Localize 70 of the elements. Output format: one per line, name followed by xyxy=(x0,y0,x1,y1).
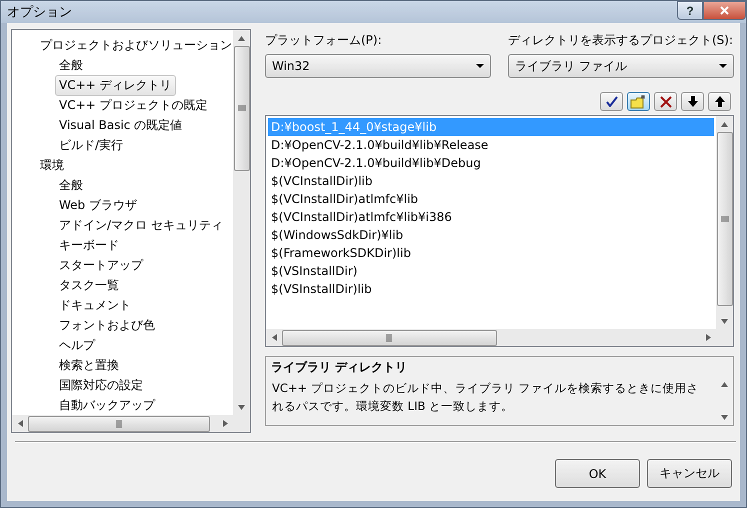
tree-item[interactable]: 環境 xyxy=(36,154,68,176)
toolbar-button[interactable] xyxy=(600,92,623,111)
scroll-arrow-icon[interactable] xyxy=(272,334,276,341)
toolbar-button[interactable] xyxy=(627,92,650,111)
platform-dropdown[interactable]: Win32 xyxy=(265,54,491,78)
tree-item[interactable]: 自動バックアップ xyxy=(55,394,159,415)
directory-item[interactable]: $(FrameworkSDKDir)lib xyxy=(268,244,714,262)
tree-item[interactable]: プロジェクトおよびソリューション xyxy=(36,34,233,56)
directory-item[interactable]: D:¥OpenCV-2.1.0¥build¥lib¥Debug xyxy=(268,154,714,172)
tree-item[interactable]: VC++ ディレクトリ xyxy=(55,74,176,96)
check-icon xyxy=(606,96,618,107)
scroll-arrow-icon[interactable] xyxy=(238,404,245,410)
dropdown-caret-icon xyxy=(476,64,484,68)
scroll-grip-icon xyxy=(116,420,122,428)
directory-item[interactable]: $(VCInstallDir)atlmfc¥lib xyxy=(268,190,714,208)
project-dropdown[interactable]: ライブラリ ファイル xyxy=(508,54,734,78)
scroll-arrow-icon[interactable] xyxy=(222,420,228,427)
description-title: ライブラリ ディレクトリ xyxy=(270,359,408,376)
tree-item[interactable]: 検索と置換 xyxy=(55,354,123,376)
scroll-arrow-icon[interactable] xyxy=(721,318,728,324)
tree-item[interactable]: フォントおよび色 xyxy=(55,314,159,336)
tree-item[interactable]: 国際対応の設定 xyxy=(55,374,147,396)
directory-item[interactable]: D:¥OpenCV-2.1.0¥build¥lib¥Release xyxy=(268,136,714,154)
horizontal-scrollbar[interactable] xyxy=(266,329,733,346)
tree-item[interactable]: キーボード xyxy=(55,234,123,256)
directory-item[interactable]: $(VCInstallDir)atlmfc¥lib¥i386 xyxy=(268,208,714,226)
scroll-grip-icon xyxy=(386,334,393,342)
project-label: ディレクトリを表示するプロジェクト(S): xyxy=(508,32,734,49)
vertical-scrollbar[interactable] xyxy=(716,116,733,329)
tree-item[interactable]: Web ブラウザ xyxy=(55,194,141,216)
close-icon xyxy=(720,6,729,15)
help-button[interactable]: ? xyxy=(677,1,703,20)
tree-item[interactable]: VC++ プロジェクトの既定 xyxy=(55,94,212,116)
tree-item[interactable]: ドキュメント xyxy=(55,294,135,316)
ok-button[interactable]: OK xyxy=(555,459,640,488)
scroll-arrow-icon[interactable] xyxy=(238,36,245,40)
tree-item[interactable]: スタートアップ xyxy=(55,254,147,276)
cancel-button[interactable]: キャンセル xyxy=(647,459,732,488)
tree-item[interactable]: ヘルプ xyxy=(55,334,99,356)
scroll-grip-icon xyxy=(720,216,728,222)
scroll-arrow-icon[interactable] xyxy=(721,122,728,126)
close-button[interactable] xyxy=(703,1,746,20)
directory-item[interactable]: $(VSInstallDir)lib xyxy=(268,280,714,298)
tree-item[interactable]: タスク一覧 xyxy=(55,274,123,296)
directory-item[interactable]: $(VCInstallDir)lib xyxy=(268,172,714,190)
scroll-grip-icon xyxy=(238,105,246,112)
vertical-scrollbar[interactable] xyxy=(233,30,250,415)
toolbar-button[interactable] xyxy=(708,92,731,111)
new-folder-icon xyxy=(630,94,647,108)
directory-item[interactable]: $(WindowsSdkDir)¥lib xyxy=(268,226,714,244)
tree-item[interactable]: 全般 xyxy=(55,54,87,76)
scroll-arrow-icon[interactable] xyxy=(706,334,710,341)
tree-item[interactable]: ビルド/実行 xyxy=(55,134,128,156)
up-arrow-icon xyxy=(714,96,724,107)
window-title: オプション xyxy=(7,4,72,21)
horizontal-scrollbar[interactable] xyxy=(12,415,250,432)
toolbar-button[interactable] xyxy=(654,92,677,111)
directory-item[interactable]: $(VSInstallDir) xyxy=(268,262,714,280)
tree-item[interactable]: 全般 xyxy=(55,174,87,196)
toolbar-button[interactable] xyxy=(681,92,704,111)
down-arrow-icon xyxy=(688,96,698,107)
delete-icon xyxy=(660,96,672,108)
tree-item[interactable]: アドイン/マクロ セキュリティ xyxy=(55,214,227,236)
description-text: VC++ プロジェクトのビルド中、ライブラリ ファイルを検索するときに使用されるパスです。環境変数 LIB と一致します。 xyxy=(271,380,700,415)
scroll-arrow-icon[interactable] xyxy=(721,414,728,420)
scroll-arrow-icon[interactable] xyxy=(721,382,728,386)
tree-item[interactable]: Visual Basic の既定値 xyxy=(55,114,186,136)
platform-label: プラットフォーム(P): xyxy=(265,32,383,49)
dropdown-caret-icon xyxy=(719,64,727,68)
scroll-arrow-icon[interactable] xyxy=(18,420,22,427)
